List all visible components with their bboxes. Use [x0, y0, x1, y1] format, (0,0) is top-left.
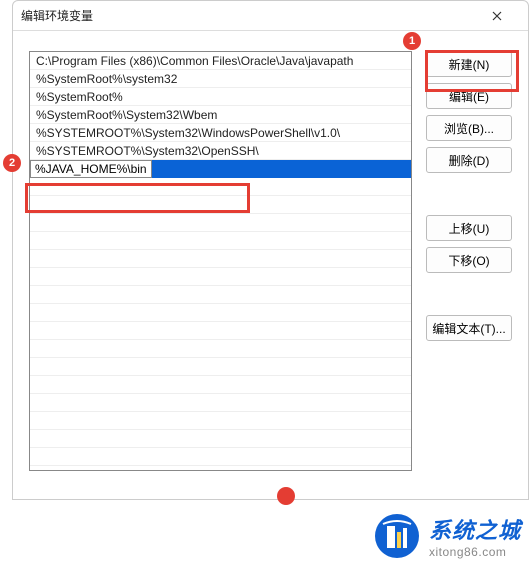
browse-button[interactable]: 浏览(B)...: [426, 115, 512, 141]
watermark-url: xitong86.com: [429, 545, 521, 559]
list-item[interactable]: %SystemRoot%: [30, 88, 411, 106]
list-item[interactable]: %SYSTEMROOT%\System32\WindowsPowerShell\…: [30, 124, 411, 142]
list-item-editing[interactable]: [30, 160, 411, 178]
close-button[interactable]: [474, 1, 520, 31]
watermark-logo-icon: [373, 512, 421, 560]
list-empty-rows: [30, 178, 411, 466]
list-item[interactable]: C:\Program Files (x86)\Common Files\Orac…: [30, 52, 411, 70]
button-sidebar: 新建(N) 编辑(E) 浏览(B)... 删除(D) 上移(U) 下移(O) 编…: [426, 51, 512, 471]
environment-variables-dialog: 编辑环境变量 C:\Program Files (x86)\Common Fil…: [12, 0, 529, 500]
path-list[interactable]: C:\Program Files (x86)\Common Files\Orac…: [29, 51, 412, 471]
watermark-title: 系统之城: [429, 513, 521, 545]
delete-button[interactable]: 删除(D): [426, 147, 512, 173]
list-item[interactable]: %SystemRoot%\system32: [30, 70, 411, 88]
move-down-button[interactable]: 下移(O): [426, 247, 512, 273]
new-button[interactable]: 新建(N): [426, 51, 512, 77]
annotation-badge-3: [277, 487, 295, 505]
close-icon: [492, 11, 502, 21]
edit-text-button[interactable]: 编辑文本(T)...: [426, 315, 512, 341]
path-edit-input[interactable]: [31, 161, 151, 177]
annotation-badge-1: 1: [403, 32, 421, 50]
move-up-button[interactable]: 上移(U): [426, 215, 512, 241]
dialog-title: 编辑环境变量: [21, 7, 474, 24]
annotation-badge-2: 2: [3, 154, 21, 172]
edit-button[interactable]: 编辑(E): [426, 83, 512, 109]
watermark: 系统之城 xitong86.com: [373, 512, 521, 560]
titlebar: 编辑环境变量: [13, 1, 528, 31]
list-item[interactable]: %SYSTEMROOT%\System32\OpenSSH\: [30, 142, 411, 160]
list-item[interactable]: %SystemRoot%\System32\Wbem: [30, 106, 411, 124]
